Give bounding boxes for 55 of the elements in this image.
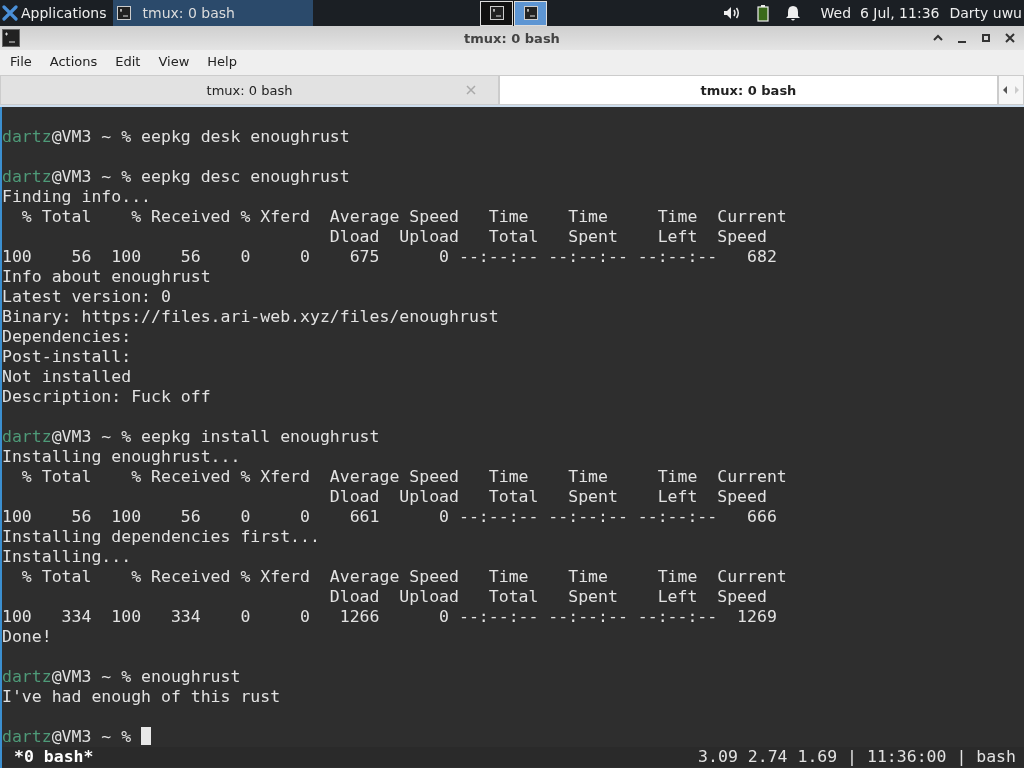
menu-item[interactable]: Help (197, 54, 245, 69)
taskbar-button[interactable]: tmux: 0 bash (112, 0, 313, 26)
output-line: 100 56 100 56 0 0 661 0 --:--:-- --:--:-- --:--:-- 666 (2, 507, 778, 527)
terminal-icon (116, 6, 131, 20)
output-line: Dload Upload Total Spent Left Speed (328, 227, 768, 247)
output-line: Dload Upload Total Spent Left Speed (328, 487, 768, 507)
output-line: Done! (2, 627, 53, 647)
tmux-window-status[interactable]: *0 bash* (2, 747, 94, 767)
bell-icon[interactable] (784, 5, 801, 21)
output-line: Post-install: (2, 347, 133, 367)
tmux-status-info: 3.09 2.74 1.69 | 11:36:00 | bash (698, 747, 1017, 767)
scroll-left-icon[interactable] (1001, 85, 1009, 95)
output-line: Finding info... (2, 187, 152, 207)
x-logo-icon (2, 5, 18, 21)
close-icon[interactable] (1004, 32, 1016, 44)
clock[interactable]: Wed 6 Jul, 11:36 (820, 5, 940, 21)
menu-item[interactable]: Actions (39, 54, 106, 69)
output-line: Not installed (2, 367, 133, 387)
menu-item[interactable]: File (0, 54, 40, 69)
output-line: Installing dependencies first... (2, 527, 321, 547)
battery-icon[interactable] (756, 4, 769, 22)
output-line: % Total % Received % Xferd Average Speed Time Time Time Current (20, 567, 788, 587)
prompt-line: dartz@VM3 ~ % (2, 727, 1024, 747)
output-line: 100 334 100 334 0 0 1266 0 --:--:-- --:--:-- --:--:-- 1269 (2, 607, 778, 627)
output-line: Latest version: 0 (2, 287, 172, 307)
volume-icon[interactable] (722, 5, 741, 21)
output-line: I've had enough of this rust (2, 687, 282, 707)
output-line: % Total % Received % Xferd Average Speed Time Time Time Current (20, 467, 788, 487)
menu-item[interactable]: Edit (105, 54, 149, 69)
prompt-line: dartz@VM3 ~ % eepkg desk enoughrust (2, 127, 351, 147)
terminal-icon (2, 29, 20, 47)
terminal[interactable] (0, 107, 1024, 768)
output-line: Installing enoughrust... (2, 447, 242, 467)
prompt-line: dartz@VM3 ~ % eepkg desc enoughrust (2, 167, 351, 187)
prompt-line: dartz@VM3 ~ % eepkg install enoughrust (2, 427, 381, 447)
tab[interactable]: tmux: 0 bash (499, 75, 998, 105)
workspace-button[interactable] (514, 0, 548, 26)
output-line: Info about enoughrust (2, 267, 212, 287)
maximize-icon[interactable] (980, 32, 992, 44)
output-line: Dload Upload Total Spent Left Speed (328, 587, 768, 607)
terminal-icon (523, 6, 538, 20)
output-line: Description: Fuck off (2, 387, 212, 407)
applications-menu[interactable]: Applications (0, 0, 113, 26)
window-title: tmux: 0 bash (464, 30, 560, 46)
workspace-button[interactable] (480, 0, 514, 26)
prompt-line: dartz@VM3 ~ % enoughrust (2, 667, 242, 687)
output-line: Binary: https://files.ari-web.xyz/files/enoughrust (2, 307, 500, 327)
output-line: % Total % Received % Xferd Average Speed Time Time Time Current (20, 207, 788, 227)
output-line: Installing... (2, 547, 133, 567)
output-line: 100 56 100 56 0 0 675 0 --:--:-- --:--:-- --:--:-- 682 (2, 247, 778, 267)
terminal-icon (489, 6, 504, 20)
tab[interactable]: tmux: 0 bash (0, 75, 499, 105)
user-name[interactable]: Darty uwu (949, 5, 1022, 21)
menu-item[interactable]: View (148, 54, 198, 69)
output-line: Dependencies: (2, 327, 133, 347)
